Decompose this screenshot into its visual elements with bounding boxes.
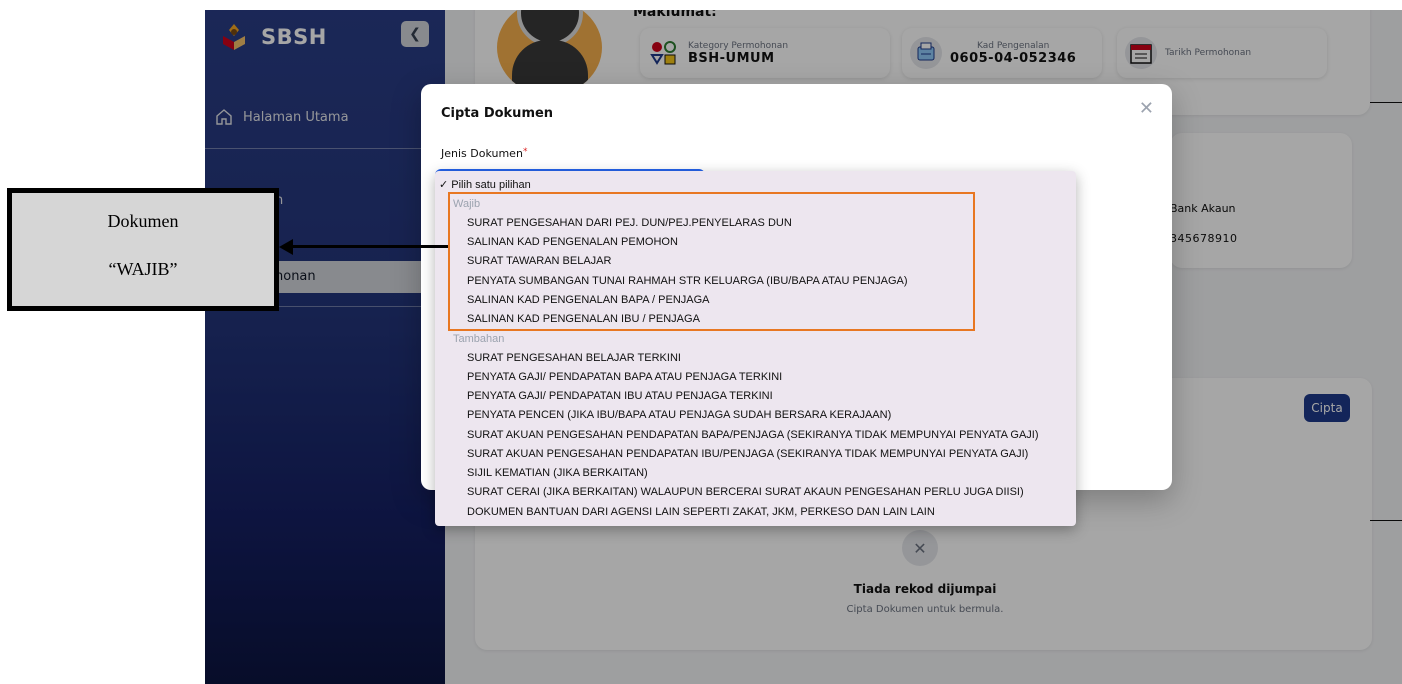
- dropdown-option[interactable]: DOKUMEN BANTUAN DARI AGENSI LAIN SEPERTI…: [435, 504, 935, 520]
- group-label-tambahan: Tambahan: [453, 333, 505, 345]
- callout-line-2: “WAJIB”: [108, 259, 178, 279]
- dropdown-option[interactable]: SURAT AKUAN PENGESAHAN PENDAPATAN BAPA/P…: [435, 427, 1039, 443]
- field-label: Jenis Dokumen*: [441, 147, 527, 160]
- dropdown-option[interactable]: PENYATA PENCEN (JIKA IBU/BAPA ATAU PENJA…: [435, 407, 891, 423]
- annotation-callout: Dokumen “WAJIB”: [7, 188, 279, 311]
- callout-line-1: Dokumen: [107, 211, 179, 231]
- dropdown-option[interactable]: PENYATA GAJI/ PENDAPATAN IBU ATAU PENJAG…: [435, 388, 773, 404]
- required-mark: *: [522, 147, 528, 157]
- wajib-highlight-box: [448, 192, 975, 331]
- annotation-arrow-line: [292, 245, 448, 248]
- dropdown-option[interactable]: SURAT CERAI (JIKA BERKAITAN) WALAUPUN BE…: [435, 484, 1024, 500]
- option-placeholder-selected[interactable]: ✓ Pilih satu pilihan: [435, 177, 531, 193]
- close-icon[interactable]: ✕: [1139, 98, 1154, 119]
- dropdown-option[interactable]: SURAT AKUAN PENGESAHAN PENDAPATAN IBU/PE…: [435, 446, 1028, 462]
- field-label-text: Jenis Dokumen: [441, 147, 523, 160]
- dropdown-option[interactable]: SURAT PENGESAHAN BELAJAR TERKINI: [435, 350, 681, 366]
- dropdown-option[interactable]: PENYATA GAJI/ PENDAPATAN BAPA ATAU PENJA…: [435, 369, 782, 385]
- arrow-left-icon: [279, 239, 293, 255]
- modal-title: Cipta Dokumen: [441, 106, 554, 121]
- dropdown-option[interactable]: SIJIL KEMATIAN (JIKA BERKAITAN): [435, 465, 648, 481]
